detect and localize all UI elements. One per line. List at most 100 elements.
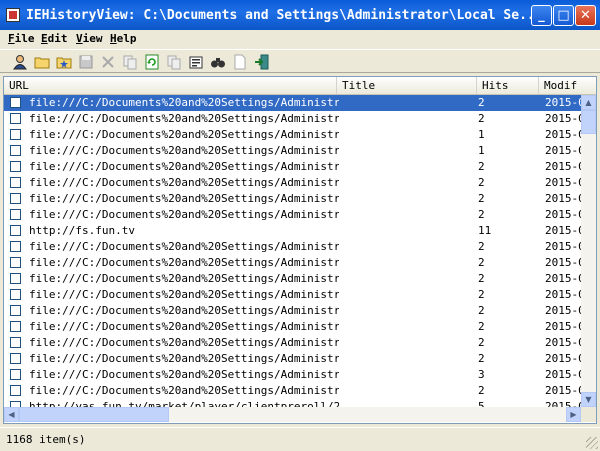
column-header-title[interactable]: Title	[337, 77, 477, 94]
row-modified: 2015-0	[545, 144, 585, 157]
row-checkbox-icon[interactable]	[10, 241, 21, 252]
menu-edit-accel: E	[41, 32, 48, 45]
favorites-folder-icon[interactable]	[55, 53, 73, 70]
maximize-button[interactable]: □	[553, 5, 574, 26]
row-checkbox-icon[interactable]	[10, 337, 21, 348]
row-checkbox-icon[interactable]	[10, 353, 21, 364]
table-row[interactable]: file:///C:/Documents%20and%20Settings/Ad…	[4, 319, 585, 335]
menu-help[interactable]: Help	[110, 32, 137, 45]
table-row[interactable]: http://fs.fun.tv 11 2015-0	[4, 223, 585, 239]
table-row[interactable]: file:///C:/Documents%20and%20Settings/Ad…	[4, 287, 585, 303]
resize-grip-icon[interactable]	[586, 437, 598, 449]
table-row[interactable]: file:///C:/Documents%20and%20Settings/Ad…	[4, 95, 585, 111]
row-checkbox-icon[interactable]	[10, 369, 21, 380]
blank-page-icon[interactable]	[231, 53, 249, 70]
vertical-scroll-thumb[interactable]	[581, 110, 596, 134]
menu-view-accel: V	[76, 32, 83, 45]
table-row[interactable]: file:///C:/Documents%20and%20Settings/Ad…	[4, 207, 585, 223]
row-checkbox-icon[interactable]	[10, 97, 21, 108]
row-checkbox-icon[interactable]	[10, 273, 21, 284]
row-modified: 2015-0	[545, 192, 585, 205]
table-row[interactable]: file:///C:/Documents%20and%20Settings/Ad…	[4, 127, 585, 143]
row-url: file:///C:/Documents%20and%20Settings/Ad…	[29, 128, 339, 141]
scroll-right-icon[interactable]: ▶	[566, 407, 581, 422]
row-modified: 2015-0	[545, 384, 585, 397]
delete-icon[interactable]	[99, 53, 117, 70]
row-checkbox-icon[interactable]	[10, 145, 21, 156]
scroll-left-icon[interactable]: ◀	[4, 407, 19, 422]
scroll-up-icon[interactable]: ▲	[581, 95, 596, 110]
minimize-button[interactable]: _	[531, 5, 552, 26]
column-header-modified[interactable]: Modif	[539, 77, 596, 94]
column-header-hits[interactable]: Hits	[477, 77, 539, 94]
save-icon[interactable]	[77, 53, 95, 70]
row-checkbox-icon[interactable]	[10, 129, 21, 140]
table-row[interactable]: file:///C:/Documents%20and%20Settings/Ad…	[4, 255, 585, 271]
table-row[interactable]: file:///C:/Documents%20and%20Settings/Ad…	[4, 239, 585, 255]
table-row[interactable]: file:///C:/Documents%20and%20Settings/Ad…	[4, 111, 585, 127]
table-row[interactable]: file:///C:/Documents%20and%20Settings/Ad…	[4, 143, 585, 159]
menu-file[interactable]: File	[8, 32, 35, 45]
row-modified: 2015-0	[545, 176, 585, 189]
close-button[interactable]: ✕	[575, 5, 596, 26]
table-row[interactable]: file:///C:/Documents%20and%20Settings/Ad…	[4, 367, 585, 383]
row-checkbox-icon[interactable]	[10, 289, 21, 300]
row-modified: 2015-0	[545, 208, 585, 221]
menu-view-label: iew	[82, 32, 103, 45]
refresh-icon[interactable]	[143, 53, 161, 70]
row-modified: 2015-0	[545, 224, 585, 237]
open-folder-icon[interactable]	[33, 53, 51, 70]
row-checkbox-icon[interactable]	[10, 225, 21, 236]
row-hits: 2	[478, 208, 485, 221]
horizontal-scrollbar[interactable]: ◀ ▶	[4, 407, 581, 422]
menu-bar: File Edit View Help	[0, 30, 600, 48]
row-checkbox-icon[interactable]	[10, 177, 21, 188]
row-url: file:///C:/Documents%20and%20Settings/Ad…	[29, 320, 339, 333]
row-hits: 2	[478, 384, 485, 397]
title-bar[interactable]: IEHistoryView: C:\Documents and Settings…	[0, 0, 600, 30]
row-modified: 2015-0	[545, 336, 585, 349]
copy-icon[interactable]	[121, 53, 139, 70]
row-checkbox-icon[interactable]	[10, 257, 21, 268]
user-icon[interactable]	[11, 53, 29, 70]
properties-icon[interactable]	[187, 53, 205, 70]
menu-file-accel: F	[8, 32, 15, 45]
table-row[interactable]: file:///C:/Documents%20and%20Settings/Ad…	[4, 383, 585, 399]
row-checkbox-icon[interactable]	[10, 209, 21, 220]
row-checkbox-icon[interactable]	[10, 321, 21, 332]
iehistoryview-window: IEHistoryView: C:\Documents and Settings…	[0, 0, 600, 451]
row-hits: 2	[478, 96, 485, 109]
table-row[interactable]: file:///C:/Documents%20and%20Settings/Ad…	[4, 303, 585, 319]
table-row[interactable]: file:///C:/Documents%20and%20Settings/Ad…	[4, 351, 585, 367]
row-checkbox-icon[interactable]	[10, 193, 21, 204]
copy-html-icon[interactable]	[165, 53, 183, 70]
table-row[interactable]: file:///C:/Documents%20and%20Settings/Ad…	[4, 335, 585, 351]
history-list[interactable]: URL Title Hits Modif file:///C:/Document…	[3, 76, 597, 424]
row-url: file:///C:/Documents%20and%20Settings/Ad…	[29, 176, 339, 189]
row-checkbox-icon[interactable]	[10, 113, 21, 124]
row-checkbox-icon[interactable]	[10, 305, 21, 316]
row-url: file:///C:/Documents%20and%20Settings/Ad…	[29, 208, 339, 221]
menu-edit[interactable]: Edit	[41, 32, 68, 45]
find-icon[interactable]	[209, 53, 227, 70]
row-url: file:///C:/Documents%20and%20Settings/Ad…	[29, 240, 339, 253]
column-header-url[interactable]: URL	[4, 77, 337, 94]
row-hits: 11	[478, 224, 492, 237]
table-row[interactable]: file:///C:/Documents%20and%20Settings/Ad…	[4, 175, 585, 191]
row-hits: 2	[478, 272, 485, 285]
menu-view[interactable]: View	[76, 32, 103, 45]
row-checkbox-icon[interactable]	[10, 161, 21, 172]
row-url: file:///C:/Documents%20and%20Settings/Ad…	[29, 272, 339, 285]
vertical-scrollbar[interactable]: ▲ ▼	[581, 95, 596, 407]
row-url: file:///C:/Documents%20and%20Settings/Ad…	[29, 192, 339, 205]
table-row[interactable]: file:///C:/Documents%20and%20Settings/Ad…	[4, 191, 585, 207]
table-row[interactable]: file:///C:/Documents%20and%20Settings/Ad…	[4, 159, 585, 175]
row-modified: 2015-0	[545, 368, 585, 381]
exit-icon[interactable]	[253, 53, 271, 70]
table-row[interactable]: file:///C:/Documents%20and%20Settings/Ad…	[4, 271, 585, 287]
scroll-down-icon[interactable]: ▼	[581, 392, 596, 407]
row-modified: 2015-0	[545, 304, 585, 317]
row-hits: 3	[478, 368, 485, 381]
horizontal-scroll-thumb[interactable]	[19, 407, 169, 422]
row-checkbox-icon[interactable]	[10, 385, 21, 396]
